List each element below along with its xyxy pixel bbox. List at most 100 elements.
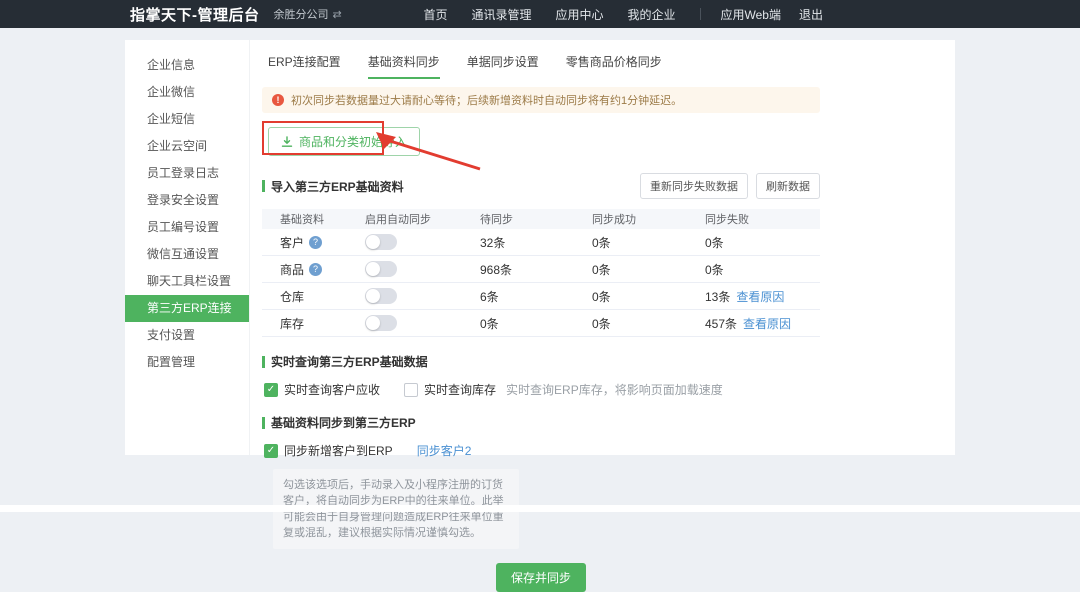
sidebar-item-支付设置[interactable]: 支付设置 bbox=[125, 322, 249, 349]
receivable-label: 实时查询客户应收 bbox=[284, 381, 380, 398]
toggle-knob bbox=[366, 235, 380, 249]
sync-customer-checkbox[interactable]: ✓ bbox=[264, 444, 278, 458]
cell-pending: 968条 bbox=[480, 261, 592, 278]
view-reason-link[interactable]: 查看原因 bbox=[736, 290, 784, 304]
sync-customer2-link[interactable]: 同步客户2 bbox=[417, 442, 472, 459]
button-刷新数据[interactable]: 刷新数据 bbox=[756, 173, 820, 199]
nav-item-我的企业[interactable]: 我的企业 bbox=[628, 6, 676, 23]
save-row: 保存并同步 bbox=[262, 563, 820, 592]
toggle-knob bbox=[366, 289, 380, 303]
nav-item-首页[interactable]: 首页 bbox=[423, 6, 447, 23]
row-name-label: 仓库 bbox=[280, 288, 304, 305]
inventory-label: 实时查询库存 bbox=[424, 381, 496, 398]
sidebar-item-微信互通设置[interactable]: 微信互通设置 bbox=[125, 241, 249, 268]
cell-name: 商品? bbox=[280, 261, 365, 278]
cell-toggle bbox=[365, 234, 480, 250]
failed-count: 0条 bbox=[705, 263, 724, 277]
table-body: 客户?32条0条0条商品?968条0条0条仓库6条0条13条查看原因库存0条0条… bbox=[262, 229, 820, 337]
sidebar-item-登录安全设置[interactable]: 登录安全设置 bbox=[125, 187, 249, 214]
app-header: 指掌天下-管理后台 余胜分公司 ⇄ 首页 通讯录管理 应用中心 我的企业 应用Web端… bbox=[0, 0, 1080, 28]
cell-failed: 0条 bbox=[705, 261, 820, 278]
section-sync-to-erp-title: 基础资料同步到第三方ERP bbox=[271, 414, 416, 431]
section-import-actions: 重新同步失败数据刷新数据 bbox=[640, 173, 820, 199]
col-header-启用自动同步: 启用自动同步 bbox=[365, 211, 480, 227]
button-重新同步失败数据[interactable]: 重新同步失败数据 bbox=[640, 173, 748, 199]
section-accent-bar bbox=[262, 417, 265, 429]
initial-import-row: 商品和分类初始导入 bbox=[262, 127, 943, 157]
cell-success: 0条 bbox=[592, 288, 705, 305]
sidebar-item-员工登录日志[interactable]: 员工登录日志 bbox=[125, 160, 249, 187]
company-switcher[interactable]: 余胜分公司 ⇄ bbox=[274, 6, 342, 22]
nav-divider bbox=[700, 8, 701, 20]
failed-count: 0条 bbox=[705, 236, 724, 250]
app-logo: 指掌天下-管理后台 bbox=[130, 4, 260, 25]
header-nav: 首页 通讯录管理 应用中心 我的企业 bbox=[423, 6, 675, 23]
auto-sync-toggle[interactable] bbox=[365, 234, 397, 250]
erp-basic-data-table: 基础资料启用自动同步待同步同步成功同步失败 客户?32条0条0条商品?968条0… bbox=[262, 209, 820, 337]
help-icon[interactable]: ? bbox=[309, 236, 322, 249]
nav-item-应用中心[interactable]: 应用中心 bbox=[555, 6, 603, 23]
right-nav-item-应用Web端[interactable]: 应用Web端 bbox=[721, 6, 781, 23]
notice-text: 初次同步若数据量过大请耐心等待；后续新增资料时自动同步将有约1分钟延迟。 bbox=[291, 92, 682, 108]
section-accent-bar bbox=[262, 356, 265, 368]
header-right-nav: 应用Web端 退出 bbox=[721, 6, 823, 23]
col-header-同步成功: 同步成功 bbox=[592, 211, 705, 227]
col-header-同步失败: 同步失败 bbox=[705, 211, 820, 227]
section-realtime-header: 实时查询第三方ERP基础数据 bbox=[262, 353, 820, 370]
sidebar-item-企业云空间[interactable]: 企业云空间 bbox=[125, 133, 249, 160]
cell-pending: 0条 bbox=[480, 315, 592, 332]
cell-name: 客户? bbox=[280, 234, 365, 251]
col-header-待同步: 待同步 bbox=[480, 211, 592, 227]
alert-icon: ! bbox=[272, 94, 284, 106]
section-import-title: 导入第三方ERP基础资料 bbox=[271, 178, 404, 195]
sidebar-item-企业微信[interactable]: 企业微信 bbox=[125, 79, 249, 106]
cell-success: 0条 bbox=[592, 315, 705, 332]
sync-delay-notice: ! 初次同步若数据量过大请耐心等待；后续新增资料时自动同步将有约1分钟延迟。 bbox=[262, 87, 820, 113]
cell-toggle bbox=[365, 315, 480, 331]
right-nav-item-退出[interactable]: 退出 bbox=[799, 6, 823, 23]
cell-success: 0条 bbox=[592, 234, 705, 251]
sync-customer-row: ✓ 同步新增客户到ERP 同步客户2 bbox=[262, 442, 943, 459]
sidebar-item-企业信息[interactable]: 企业信息 bbox=[125, 52, 249, 79]
row-name-label: 商品 bbox=[280, 261, 304, 278]
save-and-sync-button[interactable]: 保存并同步 bbox=[496, 563, 586, 592]
bottom-strip bbox=[0, 505, 1080, 512]
auto-sync-toggle[interactable] bbox=[365, 261, 397, 277]
section-realtime-title: 实时查询第三方ERP基础数据 bbox=[271, 353, 428, 370]
company-name: 余胜分公司 bbox=[274, 6, 329, 22]
initial-import-button[interactable]: 商品和分类初始导入 bbox=[268, 127, 420, 156]
swap-company-icon: ⇄ bbox=[333, 8, 342, 21]
tab-基础资料同步[interactable]: 基础资料同步 bbox=[368, 53, 440, 79]
cell-failed: 0条 bbox=[705, 234, 820, 251]
toggle-knob bbox=[366, 262, 380, 276]
initial-import-label: 商品和分类初始导入 bbox=[299, 133, 407, 150]
cell-toggle bbox=[365, 288, 480, 304]
receivable-checkbox[interactable]: ✓ bbox=[264, 383, 278, 397]
col-header-基础资料: 基础资料 bbox=[280, 211, 365, 227]
auto-sync-toggle[interactable] bbox=[365, 288, 397, 304]
failed-count: 457条 bbox=[705, 317, 737, 331]
sidebar-item-企业短信[interactable]: 企业短信 bbox=[125, 106, 249, 133]
view-reason-link[interactable]: 查看原因 bbox=[743, 317, 791, 331]
section-import-header: 导入第三方ERP基础资料 重新同步失败数据刷新数据 bbox=[262, 173, 820, 199]
cell-pending: 32条 bbox=[480, 234, 592, 251]
sidebar-item-聊天工具栏设置[interactable]: 聊天工具栏设置 bbox=[125, 268, 249, 295]
sidebar-item-员工编号设置[interactable]: 员工编号设置 bbox=[125, 214, 249, 241]
row-name-label: 客户 bbox=[280, 234, 304, 251]
inventory-checkbox[interactable] bbox=[404, 383, 418, 397]
sidebar-item-第三方ERP连接[interactable]: 第三方ERP连接 bbox=[125, 295, 249, 322]
table-row-客户: 客户?32条0条0条 bbox=[262, 229, 820, 256]
cell-name: 仓库 bbox=[280, 288, 365, 305]
help-icon[interactable]: ? bbox=[309, 263, 322, 276]
sidebar-item-配置管理[interactable]: 配置管理 bbox=[125, 349, 249, 376]
cell-failed: 13条查看原因 bbox=[705, 288, 820, 305]
cell-pending: 6条 bbox=[480, 288, 592, 305]
tab-单据同步设置[interactable]: 单据同步设置 bbox=[467, 53, 539, 79]
tab-零售商品价格同步[interactable]: 零售商品价格同步 bbox=[566, 53, 662, 79]
auto-sync-toggle[interactable] bbox=[365, 315, 397, 331]
tab-ERP连接配置[interactable]: ERP连接配置 bbox=[268, 53, 341, 79]
cell-name: 库存 bbox=[280, 315, 365, 332]
row-name-label: 库存 bbox=[280, 315, 304, 332]
nav-item-通讯录管理[interactable]: 通讯录管理 bbox=[471, 6, 531, 23]
cell-toggle bbox=[365, 261, 480, 277]
